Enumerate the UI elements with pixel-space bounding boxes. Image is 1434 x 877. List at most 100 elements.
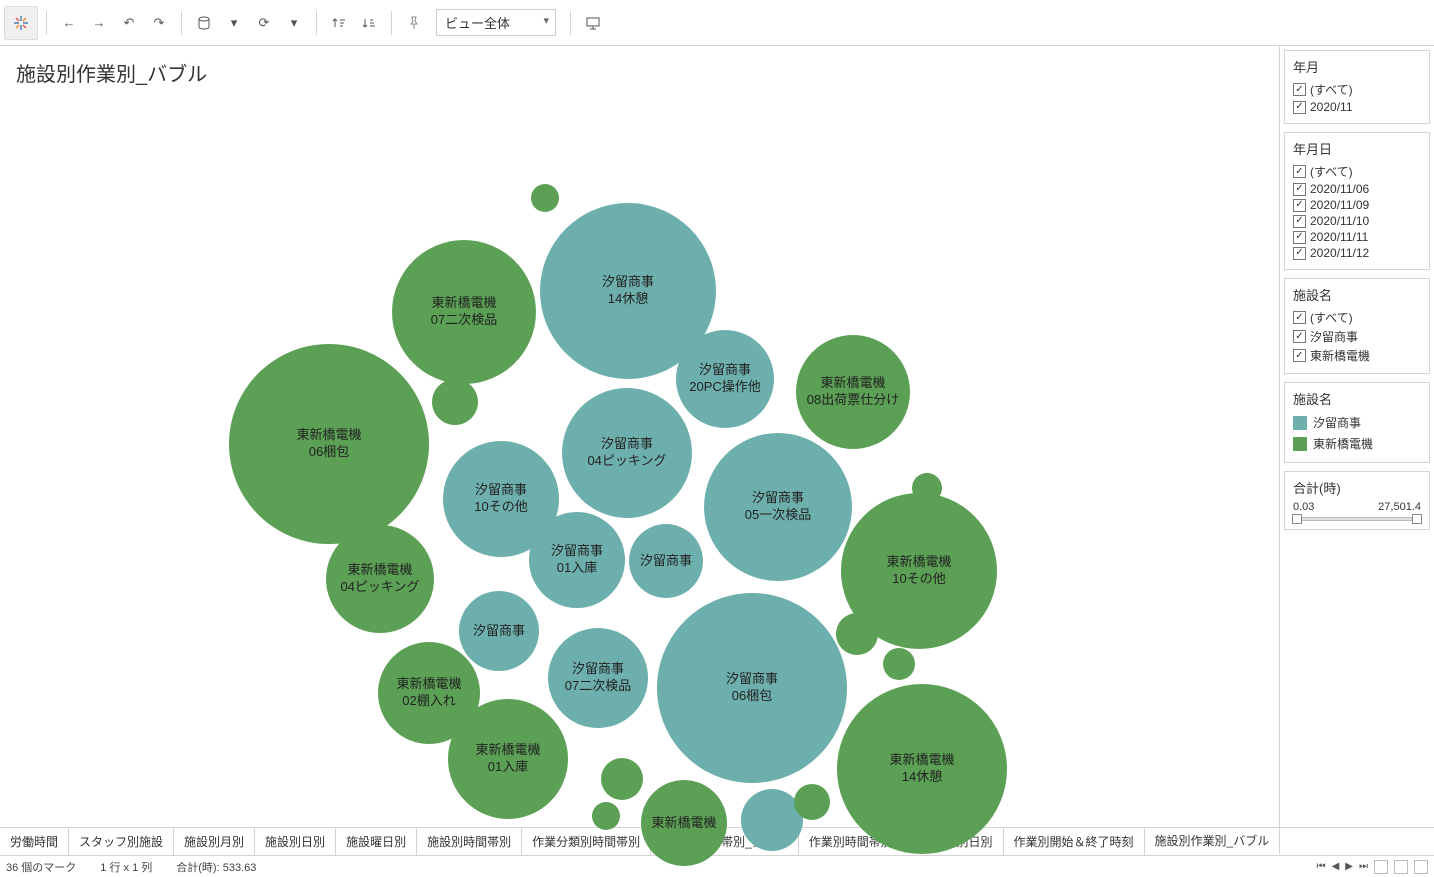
bubble[interactable]: 汐留商事01入庫: [529, 512, 625, 608]
bubble[interactable]: 東新橋電機08出荷票仕分け: [796, 335, 910, 449]
filter-row[interactable]: ✓2020/11/10: [1293, 213, 1421, 229]
filter-label: (すべて): [1310, 163, 1353, 180]
sheet-tab[interactable]: 施設別作業別_バブル: [1145, 828, 1281, 855]
fit-select[interactable]: ビュー全体: [436, 9, 556, 36]
bubble-label-1: 汐留商事: [699, 362, 751, 379]
redo-icon[interactable]: ↷: [145, 9, 173, 37]
size-slider[interactable]: [1293, 517, 1421, 521]
bubble[interactable]: [883, 648, 915, 680]
sort-asc-icon[interactable]: [325, 9, 353, 37]
bubble[interactable]: 東新橋電機: [641, 780, 727, 866]
size-min: 0.03: [1293, 501, 1314, 513]
bubble[interactable]: [794, 784, 830, 820]
sheet-tab[interactable]: 作業分類別時間帯別: [522, 828, 651, 855]
filter-row[interactable]: ✓2020/11/09: [1293, 197, 1421, 213]
bubble-label-2: 01入庫: [557, 560, 597, 577]
bubble-label-1: 汐留商事: [473, 623, 525, 640]
bubble[interactable]: 汐留商事05一次検品: [704, 433, 852, 581]
nav-last-icon[interactable]: ⏭: [1359, 861, 1368, 872]
dropdown-icon[interactable]: ▾: [280, 9, 308, 37]
bubble-chart[interactable]: 汐留商事14休憩東新橋電機07二次検品汐留商事20PC操作他東新橋電機08出荷票…: [0, 91, 1279, 827]
filter-row[interactable]: ✓2020/11/06: [1293, 181, 1421, 197]
checkbox-icon: ✓: [1293, 165, 1306, 178]
bubble[interactable]: [912, 473, 942, 503]
filter-ymd: 年月日 ✓(すべて)✓2020/11/06✓2020/11/09✓2020/11…: [1284, 132, 1430, 270]
filter-label: 2020/11/12: [1310, 246, 1369, 260]
status-total: 合計(時): 533.63: [176, 859, 256, 875]
nav-first-icon[interactable]: ⏮: [1317, 861, 1326, 872]
legend-row[interactable]: 汐留商事: [1293, 412, 1421, 433]
checkbox-icon: ✓: [1293, 247, 1306, 260]
sheet-tab[interactable]: 施設曜日別: [336, 828, 417, 855]
filter-row[interactable]: ✓2020/11: [1293, 99, 1421, 115]
filter-title: 年月: [1293, 57, 1421, 76]
sheet-tab[interactable]: 作業別開始＆終了時刻: [1004, 828, 1145, 855]
view-mode-icon[interactable]: [1414, 860, 1428, 874]
filter-row[interactable]: ✓汐留商事: [1293, 327, 1421, 346]
bubble[interactable]: 汐留商事20PC操作他: [676, 330, 774, 428]
sheet-tab[interactable]: 施設別時間帯別: [417, 828, 522, 855]
bubble-label-1: 東新橋電機: [651, 815, 716, 832]
tableau-logo[interactable]: [4, 6, 38, 40]
bubble-label-1: 汐留商事: [726, 671, 778, 688]
legend-row[interactable]: 東新橋電機: [1293, 433, 1421, 454]
bubble[interactable]: 汐留商事: [459, 591, 539, 671]
checkbox-icon: ✓: [1293, 330, 1306, 343]
bubble[interactable]: 東新橋電機06梱包: [229, 344, 429, 544]
bubble-label-1: 東新橋電機: [347, 562, 412, 579]
bubble[interactable]: 汐留商事07二次検品: [548, 628, 648, 728]
sheet-tab[interactable]: 施設別日別: [255, 828, 336, 855]
present-icon[interactable]: [579, 9, 607, 37]
bubble[interactable]: 東新橋電機14休憩: [837, 684, 1007, 854]
bubble-label-2: 06梱包: [732, 688, 772, 705]
view-mode-icon[interactable]: [1394, 860, 1408, 874]
separator: [316, 11, 317, 35]
bubble-label-2: 02棚入れ: [402, 693, 455, 710]
view-mode-icon[interactable]: [1374, 860, 1388, 874]
bubble-label-1: 汐留商事: [752, 490, 804, 507]
bubble[interactable]: 東新橋電機07二次検品: [392, 240, 536, 384]
sort-desc-icon[interactable]: [355, 9, 383, 37]
sheet-tab[interactable]: スタッフ別施設: [69, 828, 174, 855]
forward-icon[interactable]: →: [85, 9, 113, 37]
filter-row[interactable]: ✓(すべて): [1293, 80, 1421, 99]
back-icon[interactable]: ←: [55, 9, 83, 37]
bubble[interactable]: 汐留商事06梱包: [657, 593, 847, 783]
refresh-icon[interactable]: ⟳: [250, 9, 278, 37]
pin-icon[interactable]: [400, 9, 428, 37]
filter-label: 東新橋電機: [1310, 347, 1370, 364]
bubble[interactable]: 汐留商事: [629, 524, 703, 598]
sheet-tab[interactable]: 労働時間: [0, 828, 69, 855]
filter-label: 2020/11/06: [1310, 182, 1369, 196]
bubble[interactable]: [592, 802, 620, 830]
bubble[interactable]: [601, 758, 643, 800]
bubble-label-1: 東新橋電機: [889, 752, 954, 769]
bubble[interactable]: 東新橋電機01入庫: [448, 699, 568, 819]
filter-facility: 施設名 ✓(すべて)✓汐留商事✓東新橋電機: [1284, 278, 1430, 374]
bubble[interactable]: [836, 613, 878, 655]
bubble[interactable]: [432, 379, 478, 425]
datasource-icon[interactable]: [190, 9, 218, 37]
bubble-label-2: 20PC操作他: [689, 379, 761, 396]
nav-prev-icon[interactable]: ◀: [1332, 861, 1340, 872]
filter-ym: 年月 ✓(すべて)✓2020/11: [1284, 50, 1430, 124]
filter-row[interactable]: ✓東新橋電機: [1293, 346, 1421, 365]
bubble-label-1: 東新橋電機: [475, 742, 540, 759]
filter-row[interactable]: ✓2020/11/11: [1293, 229, 1421, 245]
filter-row[interactable]: ✓ (すべて): [1293, 162, 1421, 181]
bubble-label-2: 07二次検品: [431, 312, 497, 329]
undo-icon[interactable]: ↶: [115, 9, 143, 37]
legend-label: 東新橋電機: [1313, 435, 1373, 452]
bubble-label-1: 東新橋電機: [396, 676, 461, 693]
filter-row[interactable]: ✓ 2020/11/12: [1293, 245, 1421, 261]
bubble[interactable]: 汐留商事04ピッキング: [562, 388, 692, 518]
nav-next-icon[interactable]: ▶: [1345, 861, 1353, 872]
legend-label: 汐留商事: [1313, 414, 1361, 431]
bubble-label-1: 汐留商事: [602, 274, 654, 291]
bubble[interactable]: [531, 184, 559, 212]
bubble-label-2: 05一次検品: [745, 507, 811, 524]
sheet-tab[interactable]: 施設別月別: [174, 828, 255, 855]
pause-icon[interactable]: ▾: [220, 9, 248, 37]
bubble[interactable]: 東新橋電機04ピッキング: [326, 525, 434, 633]
filter-row[interactable]: ✓(すべて): [1293, 308, 1421, 327]
